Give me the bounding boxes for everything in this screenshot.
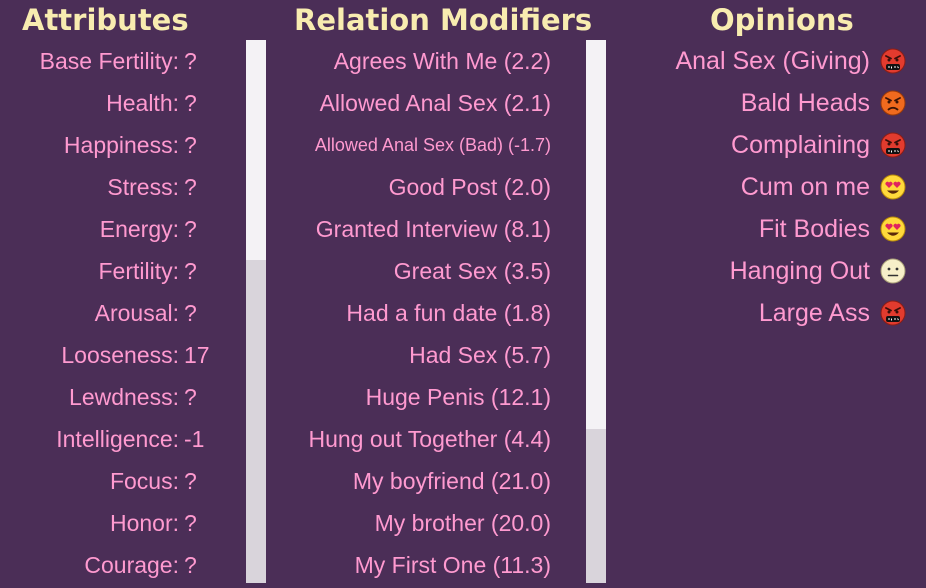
opinion-label: Fit Bodies [758, 214, 870, 243]
relation-modifiers-list: Agrees With Me (2.2) Allowed Anal Sex (2… [266, 40, 551, 586]
attribute-row: Lewdness:? [0, 376, 240, 418]
relation-modifier-row: Had a fun date (1.8) [266, 292, 551, 334]
relation-modifier-label: Hung out Together (4.4) [308, 425, 551, 452]
attribute-value: ? [184, 383, 197, 410]
attribute-row: Intelligence: -1 [0, 418, 240, 460]
opinion-row: Bald Heads [610, 82, 906, 124]
relation-modifier-row: Huge Penis (12.1) [266, 376, 551, 418]
attribute-value: ? [184, 89, 197, 116]
attributes-heading: Attributes [22, 3, 189, 37]
relation-modifier-row: Agrees With Me (2.2) [266, 40, 551, 82]
neutral-face-icon [880, 258, 906, 284]
attribute-value: ? [184, 257, 197, 284]
attribute-label: Courage: [84, 551, 179, 578]
relation-modifier-label: Agrees With Me (2.2) [333, 47, 551, 74]
attribute-label: Honor: [109, 509, 179, 536]
opinion-row: Fit Bodies [610, 208, 906, 250]
relation-modifier-label: Good Post (2.0) [388, 173, 551, 200]
attribute-value: ? [184, 47, 197, 74]
attribute-value: ? [184, 131, 197, 158]
relation-modifier-label: Had Sex (5.7) [409, 341, 551, 368]
opinion-row: Cum on me [610, 166, 906, 208]
angry-cursing-face-icon [880, 132, 906, 158]
attribute-value: ? [184, 173, 197, 200]
relation-modifier-row: My boyfriend (21.0) [266, 460, 551, 502]
attribute-row: Arousal:? [0, 292, 240, 334]
attribute-value: 17 [184, 341, 210, 368]
attribute-label: Lewdness: [69, 383, 179, 410]
heart-eyes-face-icon [880, 216, 906, 242]
angry-face-icon [880, 90, 906, 116]
attribute-row: Focus:? [0, 460, 240, 502]
relation-modifier-label: My brother (20.0) [374, 509, 551, 536]
relation-modifier-row: Allowed Anal Sex (2.1) [266, 82, 551, 124]
attribute-label: Focus: [109, 467, 179, 494]
attribute-label: Base Fertility: [39, 47, 179, 74]
attributes-list: Base Fertility:? Health:? Happiness:? St… [0, 40, 240, 586]
attribute-row: Looseness: 17 [0, 334, 240, 376]
attribute-row: Health:? [0, 82, 240, 124]
relation-modifiers-scrollbar[interactable] [586, 40, 606, 583]
relation-modifier-row: Had Sex (5.7) [266, 334, 551, 376]
relation-modifier-row: My First One (11.3) [266, 544, 551, 586]
attribute-label: Arousal: [94, 299, 179, 326]
attribute-row: Courage:? [0, 544, 240, 586]
attribute-label: Looseness: [61, 341, 179, 368]
attribute-label: Fertility: [98, 257, 180, 284]
relation-modifier-label: Huge Penis (12.1) [365, 383, 551, 410]
opinions-list: Anal Sex (Giving) Bald Heads Complaining… [610, 40, 906, 334]
opinion-row: Anal Sex (Giving) [610, 40, 906, 82]
opinion-label: Large Ass [758, 298, 870, 327]
opinion-row: Complaining [610, 124, 906, 166]
opinion-row: Hanging Out [610, 250, 906, 292]
attribute-value: ? [184, 509, 197, 536]
attribute-value: ? [184, 215, 197, 242]
opinions-heading: Opinions [710, 3, 854, 37]
relation-modifier-label: Had a fun date (1.8) [346, 299, 551, 326]
attribute-row: Happiness:? [0, 124, 240, 166]
relation-modifier-row: Great Sex (3.5) [266, 250, 551, 292]
relation-modifier-label: Allowed Anal Sex (2.1) [319, 89, 551, 116]
relation-modifier-row: Allowed Anal Sex (Bad) (-1.7) [266, 124, 551, 166]
relation-modifier-label: My First One (11.3) [354, 551, 551, 578]
heart-eyes-face-icon [880, 174, 906, 200]
attributes-scrollbar-thumb[interactable] [246, 40, 266, 260]
relation-modifier-label: Great Sex (3.5) [393, 257, 551, 284]
angry-cursing-face-icon [880, 300, 906, 326]
attribute-row: Base Fertility:? [0, 40, 240, 82]
relation-modifier-row: Hung out Together (4.4) [266, 418, 551, 460]
angry-cursing-face-icon [880, 48, 906, 74]
opinion-label: Hanging Out [729, 256, 870, 285]
attributes-scrollbar[interactable] [246, 40, 266, 583]
attribute-label: Intelligence: [56, 425, 179, 452]
relation-modifier-row: My brother (20.0) [266, 502, 551, 544]
relation-modifier-label: My boyfriend (21.0) [352, 467, 551, 494]
attribute-label: Happiness: [63, 131, 179, 158]
relation-modifier-row: Good Post (2.0) [266, 166, 551, 208]
attribute-value: ? [184, 467, 197, 494]
relation-modifiers-scrollbar-thumb[interactable] [586, 40, 606, 429]
attribute-label: Energy: [99, 215, 179, 242]
opinion-row: Large Ass [610, 292, 906, 334]
attribute-row: Fertility:? [0, 250, 240, 292]
relation-modifier-row: Granted Interview (8.1) [266, 208, 551, 250]
attribute-row: Energy:? [0, 208, 240, 250]
opinion-label: Cum on me [740, 172, 870, 201]
attribute-value: ? [184, 299, 197, 326]
relation-modifier-label: Allowed Anal Sex (Bad) (-1.7) [314, 134, 551, 155]
attribute-label: Stress: [107, 173, 179, 200]
relation-modifiers-heading: Relation Modifiers [294, 3, 593, 37]
attribute-value: -1 [184, 425, 205, 452]
attribute-row: Honor:? [0, 502, 240, 544]
relation-modifier-label: Granted Interview (8.1) [315, 215, 551, 242]
attribute-row: Stress:? [0, 166, 240, 208]
opinion-label: Anal Sex (Giving) [675, 46, 870, 75]
attribute-value: ? [184, 551, 197, 578]
opinion-label: Bald Heads [740, 88, 870, 117]
attribute-label: Health: [106, 89, 179, 116]
opinion-label: Complaining [731, 130, 870, 159]
